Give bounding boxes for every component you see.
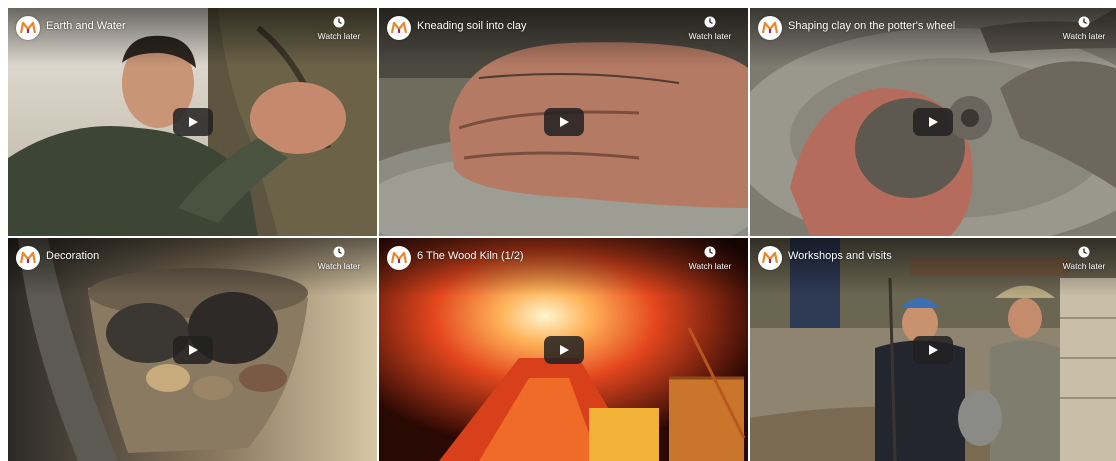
video-tile-shaping-clay[interactable]: Shaping clay on the potter's wheel Watch… [750, 8, 1116, 236]
clock-icon [704, 16, 716, 28]
youtube-play-icon[interactable] [172, 335, 213, 364]
channel-logo-icon[interactable] [758, 16, 782, 40]
youtube-play-icon[interactable] [172, 108, 213, 136]
watch-later-label: Watch later [688, 261, 732, 271]
youtube-play-icon[interactable] [543, 108, 584, 136]
watch-later-label: Watch later [1062, 261, 1106, 271]
clock-icon [1078, 16, 1090, 28]
youtube-play-icon[interactable] [543, 335, 584, 364]
youtube-play-icon[interactable] [913, 335, 953, 364]
clock-icon [333, 16, 345, 28]
video-title[interactable]: Earth and Water [46, 20, 126, 32]
video-tile-decoration[interactable]: Decoration Watch later [8, 238, 377, 461]
channel-logo-icon[interactable] [16, 16, 40, 40]
watch-later-label: Watch later [317, 261, 361, 271]
video-tile-earth-and-water[interactable]: Earth and Water Watch later [8, 8, 377, 236]
watch-later-label: Watch later [1062, 31, 1106, 41]
watch-later-button[interactable]: Watch later [309, 16, 369, 41]
watch-later-button[interactable]: Watch later [1054, 246, 1114, 271]
watch-later-button[interactable]: Watch later [1054, 16, 1114, 41]
channel-logo-icon[interactable] [16, 246, 40, 270]
video-title[interactable]: Decoration [46, 250, 99, 262]
video-tile-wood-kiln[interactable]: 6 The Wood Kiln (1/2) Watch later [379, 238, 748, 461]
video-tile-kneading[interactable]: Kneading soil into clay Watch later [379, 8, 748, 236]
clock-icon [333, 246, 345, 258]
watch-later-label: Watch later [317, 31, 361, 41]
channel-logo-icon[interactable] [387, 16, 411, 40]
watch-later-button[interactable]: Watch later [309, 246, 369, 271]
channel-logo-icon[interactable] [758, 246, 782, 270]
video-title[interactable]: Workshops and visits [788, 250, 892, 262]
clock-icon [704, 246, 716, 258]
channel-logo-icon[interactable] [387, 246, 411, 270]
video-title[interactable]: 6 The Wood Kiln (1/2) [417, 250, 524, 262]
youtube-play-icon[interactable] [913, 108, 953, 136]
watch-later-button[interactable]: Watch later [680, 246, 740, 271]
clock-icon [1078, 246, 1090, 258]
video-title[interactable]: Kneading soil into clay [417, 20, 526, 32]
video-tile-workshops[interactable]: Workshops and visits Watch later [750, 238, 1116, 461]
watch-later-button[interactable]: Watch later [680, 16, 740, 41]
video-grid: Earth and Water Watch later Kneading soi… [0, 0, 1116, 461]
watch-later-label: Watch later [688, 31, 732, 41]
video-title[interactable]: Shaping clay on the potter's wheel [788, 20, 955, 32]
